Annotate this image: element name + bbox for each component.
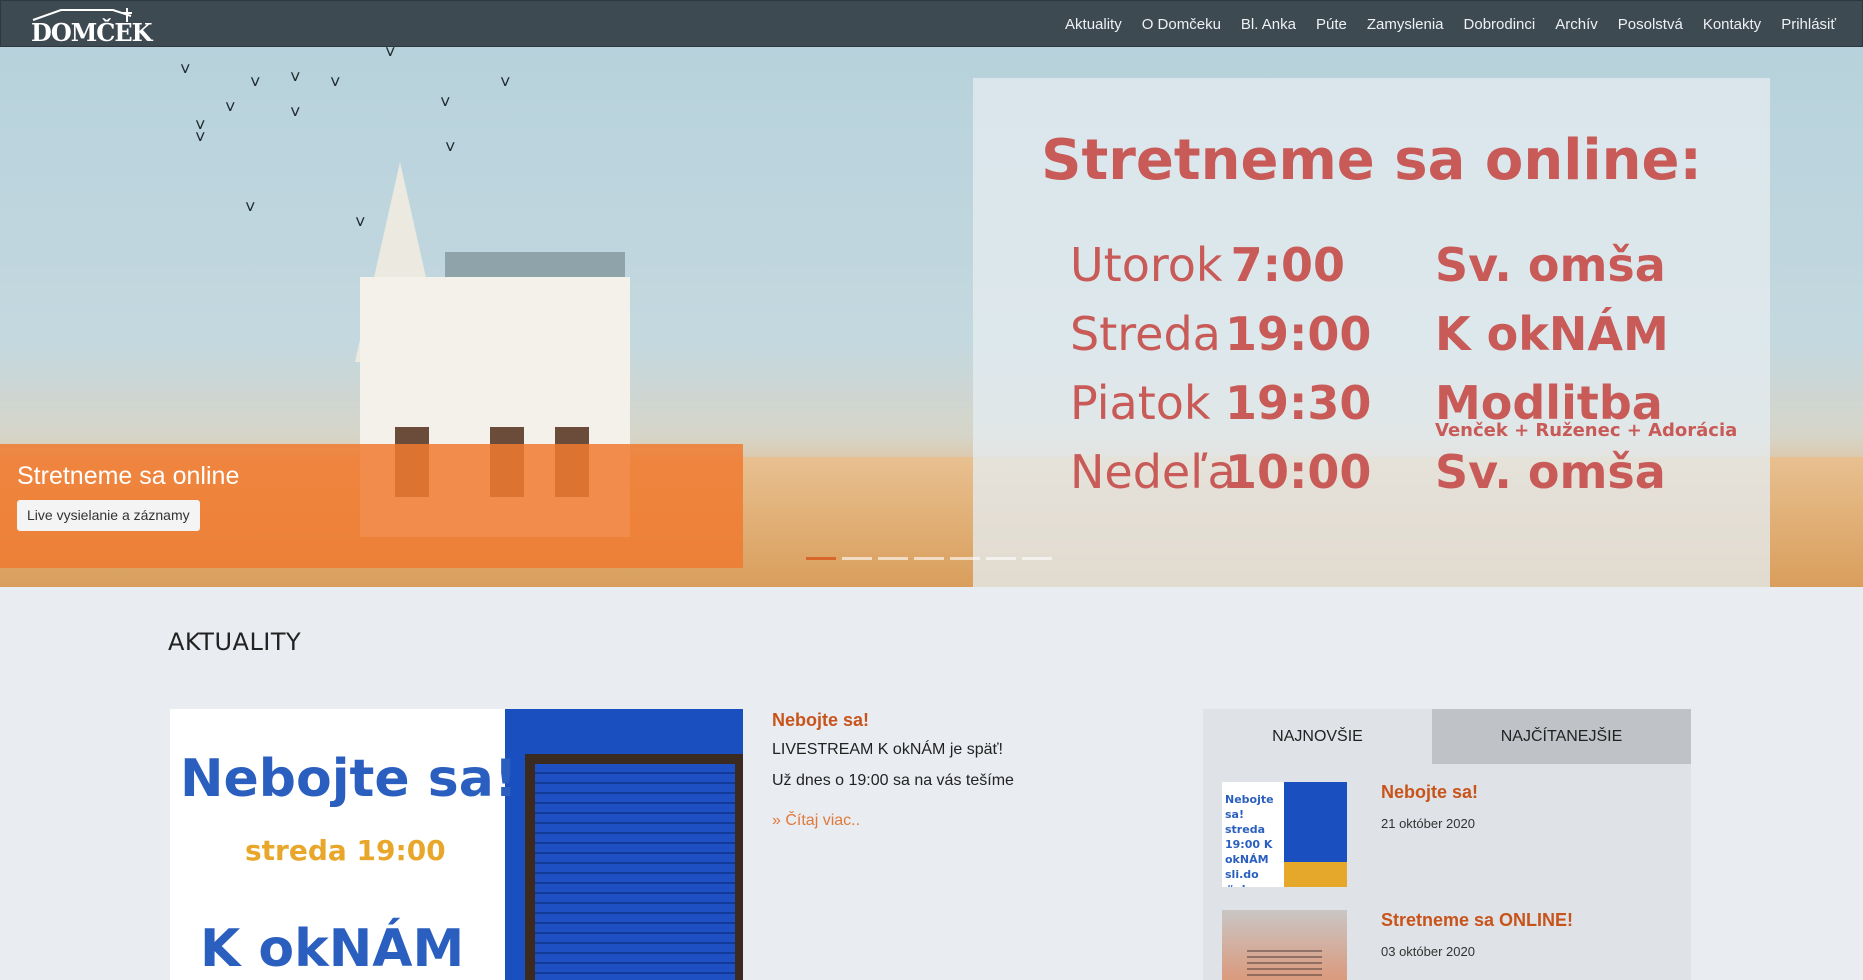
carousel-indicator[interactable] <box>950 557 980 560</box>
news-section: AKTUALITY Nebojte sa! streda 19:00 K okN… <box>153 612 1706 980</box>
menu-item-pute[interactable]: Púte <box>1316 16 1347 33</box>
logo-house-icon <box>32 8 132 22</box>
schedule-title: Stretneme sa online: <box>1041 128 1702 193</box>
carousel-indicator[interactable] <box>1022 557 1052 560</box>
carousel-indicator[interactable] <box>842 557 872 560</box>
carousel-indicator[interactable] <box>806 557 836 560</box>
site-logo[interactable]: DOMČEK <box>31 6 153 47</box>
side-post-thumbnail <box>1222 910 1347 980</box>
schedule-time: 19:00 <box>1225 307 1372 361</box>
side-post-date: 21 október 2020 <box>1381 816 1475 831</box>
menu-item-dobrodinci[interactable]: Dobrodinci <box>1464 16 1536 33</box>
carousel-caption: Stretneme sa online Live vysielanie a zá… <box>0 444 743 568</box>
menu-item-aktuality[interactable]: Aktuality <box>1065 16 1122 33</box>
schedule-event: Sv. omša <box>1435 445 1666 499</box>
schedule-day: Utorok <box>1070 238 1223 292</box>
live-stream-button[interactable]: Live vysielanie a záznamy <box>17 500 200 531</box>
featured-image-time: streda 19:00 <box>245 834 446 867</box>
featured-post-title[interactable]: Nebojte sa! <box>772 710 869 731</box>
menu-item-posolstva[interactable]: Posolstvá <box>1618 16 1683 33</box>
thumb-stripe-decoration <box>1284 862 1347 887</box>
main-menu: Aktuality O Domčeku Bl. Anka Púte Zamysl… <box>1045 1 1836 48</box>
schedule-time: 10:00 <box>1225 445 1372 499</box>
posts-tabs-panel: NAJNOVŠIE NAJČÍTANEJŠIE Nebojte sa! stre… <box>1203 709 1691 980</box>
carousel-indicator[interactable] <box>878 557 908 560</box>
menu-item-kontakty[interactable]: Kontakty <box>1703 16 1761 33</box>
schedule-event: K okNÁM <box>1435 307 1669 361</box>
schedule-day: Piatok <box>1070 376 1211 430</box>
schedule-event: Sv. omša <box>1435 238 1666 292</box>
side-post-thumbnail: Nebojte sa! streda 19:00 K okNÁM sli.do … <box>1222 782 1347 887</box>
read-more-link[interactable]: » Čítaj viac.. <box>772 812 860 830</box>
schedule-time: 19:30 <box>1225 376 1372 430</box>
window-shutter-decoration <box>535 764 735 980</box>
menu-item-prihlasit[interactable]: Prihlásiť <box>1781 16 1836 33</box>
schedule-day: Streda <box>1070 307 1221 361</box>
side-post-title[interactable]: Stretneme sa ONLINE! <box>1381 910 1573 931</box>
thumb-text: Nebojte sa! streda 19:00 K okNÁM sli.do … <box>1225 793 1276 887</box>
side-post-item[interactable]: Nebojte sa! streda 19:00 K okNÁM sli.do … <box>1222 782 1672 892</box>
featured-image-headline: Nebojte sa! <box>180 749 518 809</box>
section-title: AKTUALITY <box>168 628 302 656</box>
schedule-day: Nedeľa <box>1070 445 1236 499</box>
thumb-text-lines-decoration <box>1247 950 1322 980</box>
navbar: DOMČEK Aktuality O Domčeku Bl. Anka Púte… <box>0 0 1863 47</box>
schedule-row: Utorok 7:00 Sv. omša <box>1070 238 1770 298</box>
carousel-indicator[interactable] <box>986 557 1016 560</box>
featured-post-line: Už dnes o 19:00 sa na vás tešíme <box>772 772 1014 789</box>
schedule-row: Nedeľa 10:00 Sv. omša <box>1070 445 1770 505</box>
menu-item-archiv[interactable]: Archív <box>1555 16 1598 33</box>
side-post-item[interactable]: Stretneme sa ONLINE! 03 október 2020 <box>1222 910 1672 980</box>
schedule-panel: Stretneme sa online: Utorok 7:00 Sv. omš… <box>973 78 1770 587</box>
schedule-event-subtitle: Venček + Ruženec + Adorácia <box>1435 420 1738 441</box>
schedule-time: 7:00 <box>1230 238 1345 292</box>
menu-item-zamyslenia[interactable]: Zamyslenia <box>1367 16 1444 33</box>
featured-post-line: LIVESTREAM K okNÁM je späť! <box>772 741 1003 758</box>
carousel-indicators <box>806 557 1058 560</box>
carousel-indicator[interactable] <box>914 557 944 560</box>
menu-item-o-domceku[interactable]: O Domčeku <box>1142 16 1221 33</box>
caption-title: Stretneme sa online <box>17 462 240 490</box>
hero-carousel[interactable]: ˅˅ ˅˅ ˅˅ ˅˅ ˅˅ ˅˅ ˅˅ ˅˅ ˅˅ Stretneme sa … <box>0 47 1863 587</box>
featured-post-image[interactable]: Nebojte sa! streda 19:00 K okNÁM <box>170 709 743 980</box>
menu-item-bl-anka[interactable]: Bl. Anka <box>1241 16 1296 33</box>
schedule-row: Streda 19:00 K okNÁM <box>1070 307 1770 367</box>
featured-image-title: K okNÁM <box>200 919 465 979</box>
tab-most-read[interactable]: NAJČÍTANEJŠIE <box>1432 709 1691 764</box>
side-post-date: 03 október 2020 <box>1381 944 1475 959</box>
side-post-title[interactable]: Nebojte sa! <box>1381 782 1478 803</box>
tab-newest[interactable]: NAJNOVŠIE <box>1203 709 1432 764</box>
schedule-row: Piatok 19:30 Modlitba Venček + Ruženec +… <box>1070 376 1770 441</box>
